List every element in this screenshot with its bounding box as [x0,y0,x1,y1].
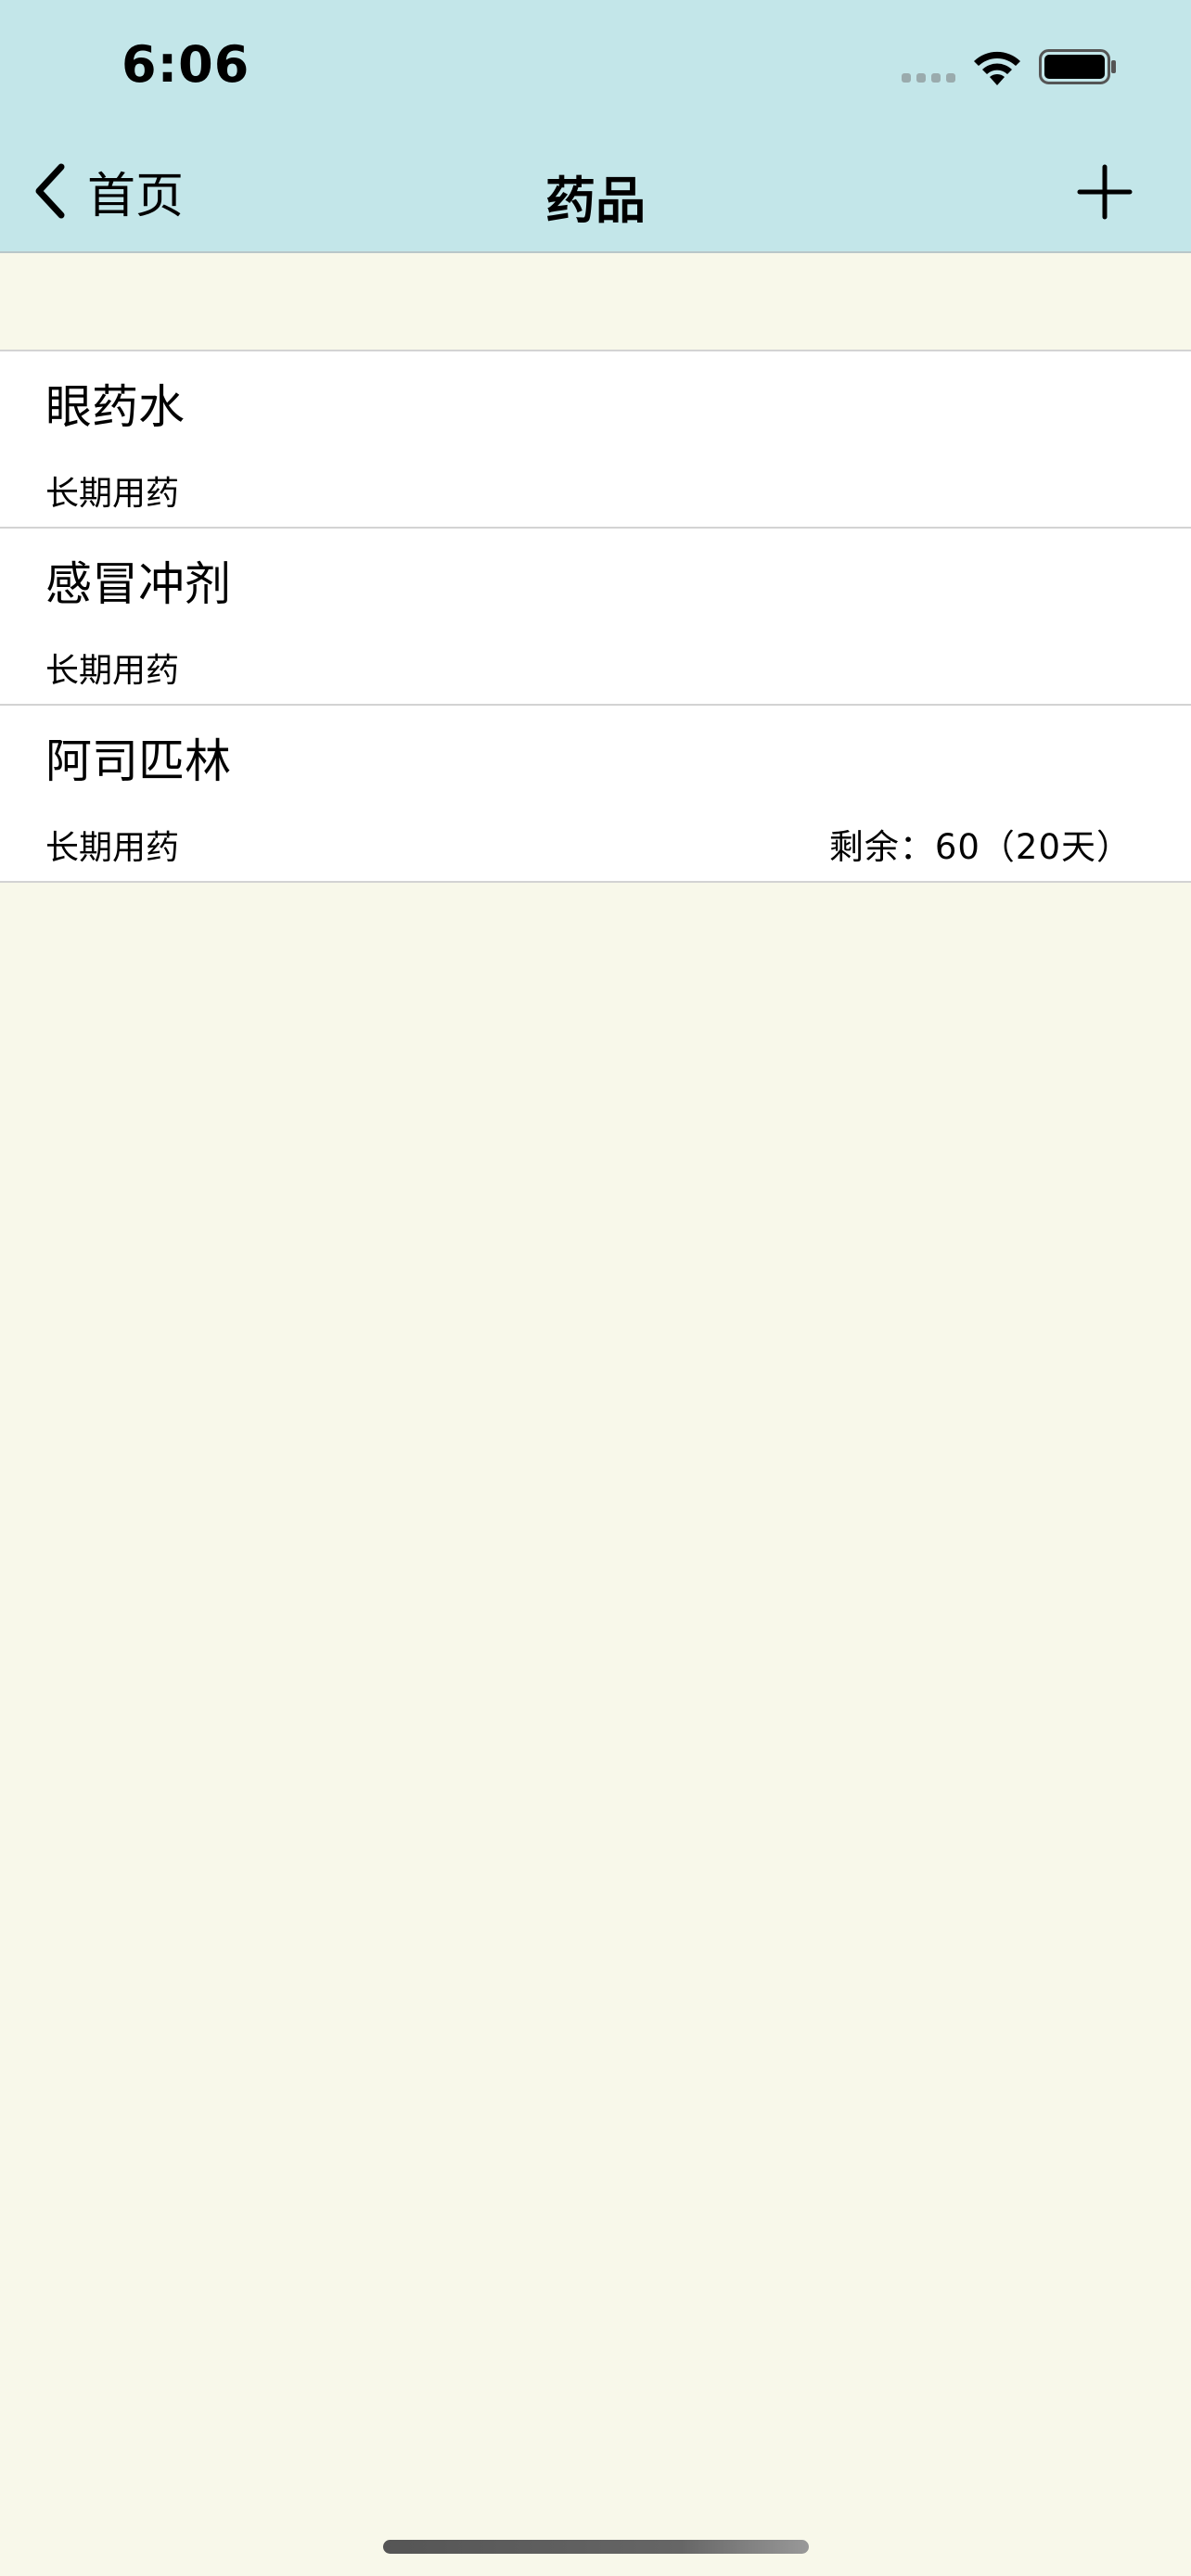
list-item[interactable]: 阿司匹林 长期用药 剩余：60（20天） [0,706,1191,883]
battery-icon [1039,49,1116,84]
medicine-name: 阿司匹林 [45,734,231,788]
wifi-icon [974,51,1020,85]
medicine-usage-tag: 长期用药 [45,652,180,690]
plus-icon [1077,164,1133,220]
medicine-usage-tag: 长期用药 [45,475,180,513]
list-item[interactable]: 感冒冲剂 长期用药 [0,529,1191,706]
medicine-list-screen: 6:06 首页 药品 眼药水 长期用药 感冒冲剂 长期用药 阿司匹林 长期用药 … [0,0,1191,2576]
medicine-name: 感冒冲剂 [45,557,231,611]
medicine-remaining: 剩余：60（20天） [828,827,1132,867]
status-time: 6:06 [122,35,250,94]
home-indicator[interactable] [383,2540,809,2554]
top-bar: 6:06 首页 药品 [0,0,1191,253]
page-title: 药品 [545,172,646,230]
medicine-usage-tag: 长期用药 [45,829,180,867]
list-item[interactable]: 眼药水 长期用药 [0,351,1191,529]
medicine-name: 眼药水 [45,380,185,434]
medicine-list: 眼药水 长期用药 感冒冲剂 长期用药 阿司匹林 长期用药 剩余：60（20天） [0,350,1191,883]
cellular-signal-icon [902,73,955,83]
add-medicine-button[interactable] [1076,163,1133,221]
